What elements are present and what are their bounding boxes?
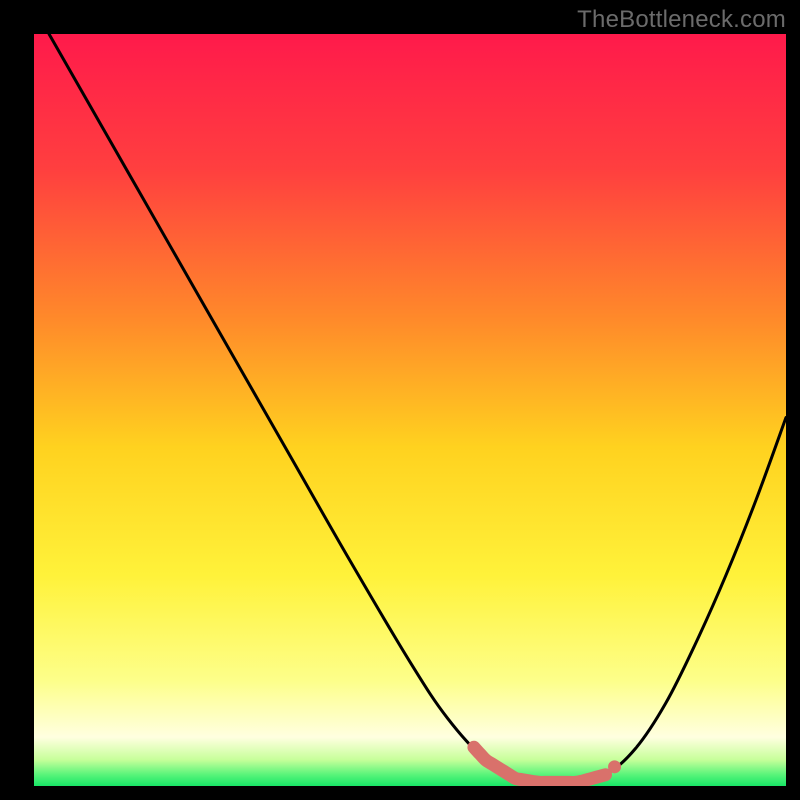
attribution-text: TheBottleneck.com	[577, 6, 786, 34]
chart-background-gradient	[34, 34, 786, 786]
optimal-range-marker	[608, 760, 621, 773]
bottleneck-chart	[0, 0, 800, 800]
chart-container: TheBottleneck.com	[0, 0, 800, 800]
